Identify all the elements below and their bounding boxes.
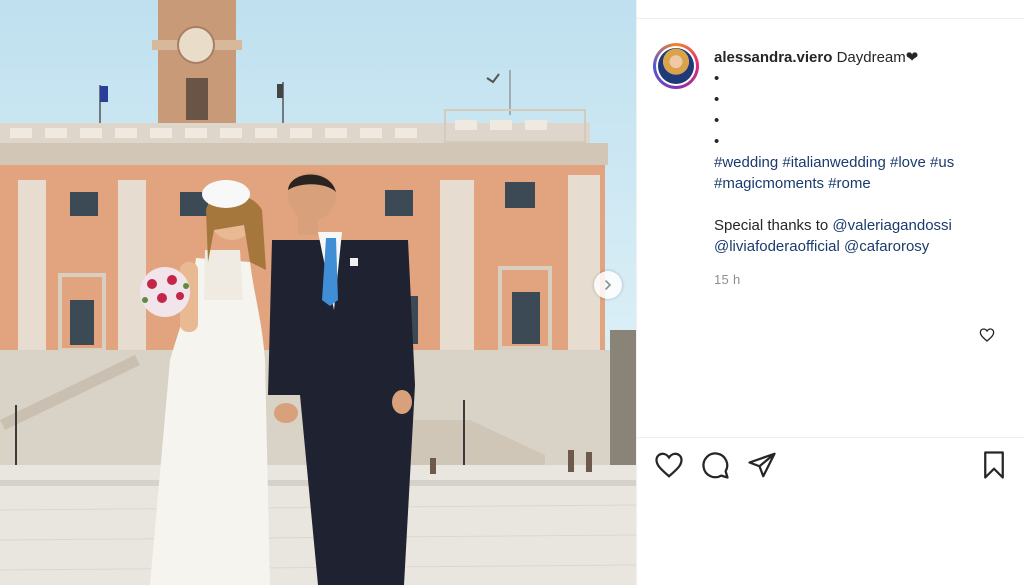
avatar[interactable] (653, 43, 699, 89)
chevron-right-icon (605, 280, 612, 290)
heart-icon[interactable] (654, 450, 684, 480)
username-link[interactable]: alessandra.viero (714, 49, 832, 66)
avatar-image (658, 48, 694, 84)
caption-dot: • (714, 70, 720, 87)
caption-dot: • (714, 133, 720, 150)
speech-bubble-icon[interactable] (700, 450, 730, 480)
instagram-post: alessandra.viero Daydream❤ • • • • #wedd… (0, 0, 1024, 585)
post-photo[interactable] (0, 0, 636, 585)
post-caption: alessandra.viero Daydream❤ • • • • #wedd… (714, 47, 1004, 257)
caption-dot: • (714, 112, 720, 129)
caption-dot: • (714, 91, 720, 108)
hashtag-link[interactable]: #rome (828, 175, 871, 192)
hashtag-link[interactable]: #italianwedding (782, 154, 885, 171)
divider (637, 437, 1024, 438)
post-timestamp[interactable]: 15 h (714, 272, 741, 287)
paper-plane-icon[interactable] (747, 450, 777, 480)
post-header-strip (637, 0, 1024, 19)
caption-text: Daydream (836, 49, 906, 66)
heart-outline-icon[interactable] (979, 327, 995, 343)
next-photo-button[interactable] (594, 271, 622, 299)
thanks-text: Special thanks to (714, 217, 829, 234)
post-side-panel: alessandra.viero Daydream❤ • • • • #wedd… (636, 0, 1024, 585)
heart-emoji: ❤ (905, 49, 919, 66)
hashtag-link[interactable]: #magicmoments (714, 175, 824, 192)
hashtag-link[interactable]: #us (930, 154, 954, 171)
mention-link[interactable]: @liviafoderaofficial (714, 238, 840, 255)
wedding-photo-illustration (0, 0, 636, 585)
bookmark-icon[interactable] (979, 450, 1009, 480)
hashtag-link[interactable]: #love (890, 154, 926, 171)
mention-link[interactable]: @cafarorosy (844, 238, 929, 255)
mention-link[interactable]: @valeriagandossi (832, 217, 951, 234)
hashtag-link[interactable]: #wedding (714, 154, 778, 171)
